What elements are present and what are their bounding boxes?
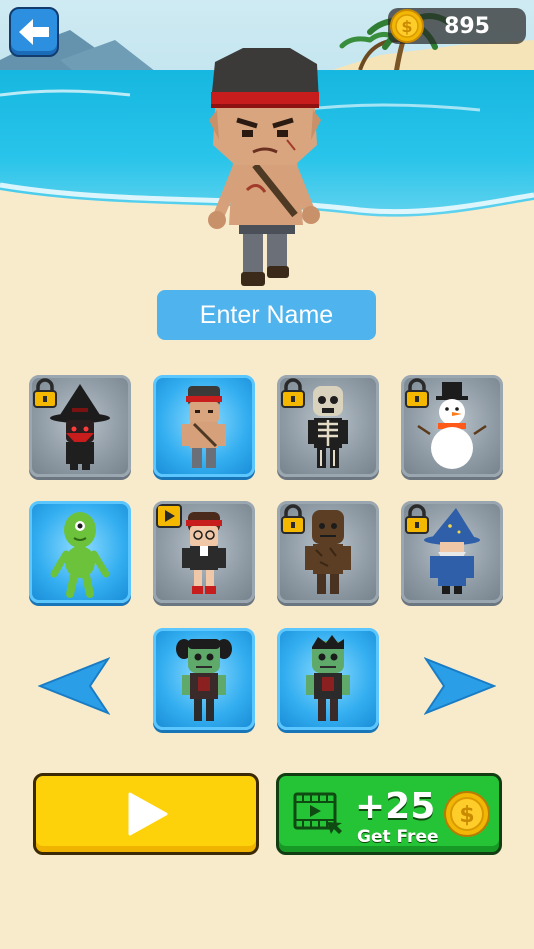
bandana-fighter-avatar	[182, 386, 226, 468]
svg-text:$: $	[459, 803, 474, 828]
character-slot-bandit-witch[interactable]	[29, 375, 131, 477]
coin-icon: $	[390, 9, 424, 43]
lock-icon	[33, 378, 57, 408]
enter-name-button[interactable]: Enter Name	[157, 290, 376, 340]
lock-icon	[405, 378, 429, 408]
character-slot-bandana-fighter[interactable]	[153, 375, 255, 477]
character-slot-snowman[interactable]	[401, 375, 503, 477]
character-slot-schoolgirl[interactable]	[153, 501, 255, 603]
prev-page-button[interactable]	[38, 655, 110, 717]
video-icon	[293, 792, 342, 834]
triangle-left-icon	[38, 657, 110, 715]
svg-text:$: $	[401, 17, 412, 36]
lock-icon	[281, 378, 305, 408]
triangle-right-icon	[424, 657, 496, 715]
character-slot-wizard[interactable]	[401, 501, 503, 603]
character-slot-zombie-girl[interactable]	[153, 628, 255, 730]
zombie-girl-avatar	[176, 639, 232, 721]
coin-icon: $	[444, 791, 490, 837]
character-slot-swamp-creature[interactable]	[277, 501, 379, 603]
character-slot-skeleton[interactable]	[277, 375, 379, 477]
get-free-label: Get Free	[357, 827, 439, 847]
coin-count: 895	[444, 14, 490, 39]
back-button[interactable]	[9, 7, 59, 57]
video-icon	[156, 504, 182, 528]
coin-balance: $ 895	[388, 8, 526, 44]
green-alien-avatar	[50, 512, 110, 598]
character-slot-green-alien[interactable]	[29, 501, 131, 603]
next-page-button[interactable]	[424, 655, 496, 717]
play-icon	[128, 792, 168, 836]
hero-character	[208, 48, 321, 286]
reward-amount: +25	[355, 786, 436, 827]
get-free-coins-button[interactable]: +25 Get Free $	[276, 773, 502, 855]
lock-icon	[281, 504, 305, 534]
arrow-left-icon	[19, 19, 49, 45]
lock-icon	[405, 504, 429, 534]
character-slot-zombie-boy[interactable]	[277, 628, 379, 730]
zombie-boy-avatar	[306, 635, 350, 721]
play-button[interactable]	[33, 773, 259, 855]
